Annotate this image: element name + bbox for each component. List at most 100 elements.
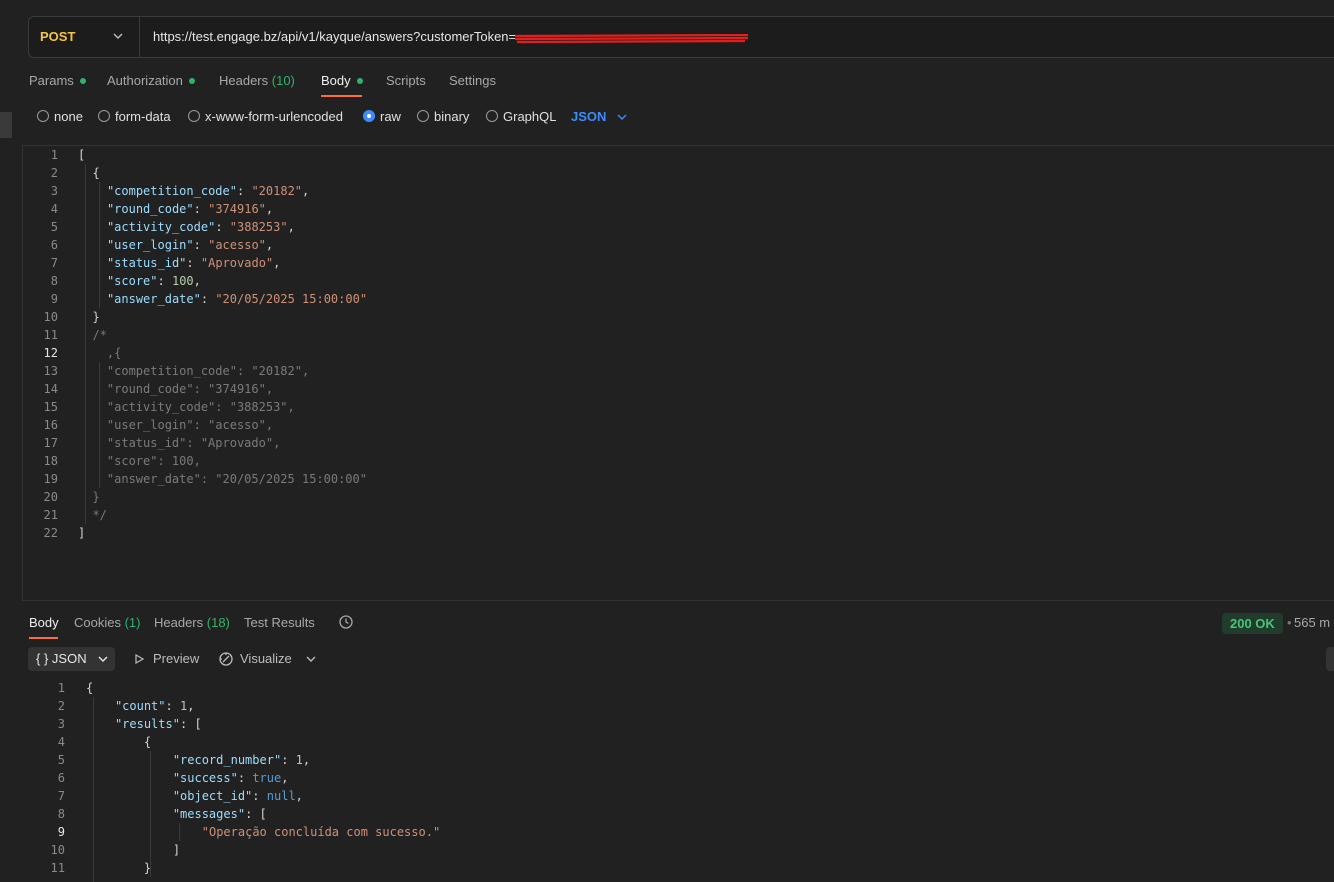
line-number: 10: [50, 843, 65, 857]
code-line: "competition_code": "20182",: [78, 364, 310, 378]
tab-authorization[interactable]: Authorization: [107, 73, 195, 88]
line-number: 21: [43, 508, 58, 522]
radio-label-raw[interactable]: raw: [380, 109, 401, 124]
response-tab-body[interactable]: Body: [29, 615, 59, 630]
tab-settings[interactable]: Settings: [449, 73, 496, 88]
line-number: 6: [50, 238, 58, 252]
code-line: "user_login": "acesso",: [106, 238, 274, 252]
code-line: /*: [78, 328, 107, 342]
chevron-down-icon[interactable]: [97, 653, 109, 665]
url-input[interactable]: https://test.engage.bz/api/v1/kayque/ans…: [153, 29, 516, 44]
radio-label-binary[interactable]: binary: [434, 109, 469, 124]
radio-label-form-data[interactable]: form-data: [115, 109, 171, 124]
code-line: "messages": [: [172, 807, 267, 821]
radio-label-urlencoded[interactable]: x-www-form-urlencoded: [205, 109, 343, 124]
radio-raw[interactable]: [363, 110, 375, 122]
response-tab-headers[interactable]: Headers (18): [154, 615, 230, 630]
code-line: "record_number": 1,: [172, 753, 311, 767]
code-line: [: [78, 148, 86, 162]
code-line: "object_id": null,: [172, 789, 303, 803]
chevron-down-icon[interactable]: [111, 29, 125, 43]
code-line: "score": 100,: [106, 274, 201, 288]
code-line: "answer_date": "20/05/2025 15:00:00": [78, 472, 367, 486]
radio-graphql[interactable]: [486, 110, 498, 122]
radio-binary[interactable]: [417, 110, 429, 122]
radio-form-data[interactable]: [98, 110, 110, 122]
line-number: 16: [43, 418, 58, 432]
code-line: "success": true,: [172, 771, 289, 785]
line-number: 8: [57, 807, 65, 821]
radio-label-graphql[interactable]: GraphQL: [503, 109, 556, 124]
line-number: 20: [43, 490, 58, 504]
line-number: 7: [57, 789, 65, 803]
code-line: {: [92, 166, 100, 180]
method-select[interactable]: POST: [40, 29, 75, 44]
chevron-down-icon[interactable]: [616, 111, 628, 123]
code-line: "status_id": "Aprovado",: [78, 436, 281, 450]
code-line: "count": 1,: [114, 699, 195, 713]
line-number: 3: [57, 717, 65, 731]
indent-guide: [99, 362, 100, 488]
status-badge: 200 OK: [1222, 613, 1283, 634]
line-number: 11: [50, 861, 65, 875]
response-tab-cookies[interactable]: Cookies (1): [74, 615, 140, 630]
line-number: 15: [43, 400, 58, 414]
chevron-down-icon[interactable]: [305, 653, 317, 665]
code-line: ]: [172, 843, 181, 857]
indent-guide: [85, 164, 86, 524]
code-line: "activity_code": "388253",: [106, 220, 295, 234]
indent-guide: [150, 751, 151, 877]
code-line: "Operação concluída com sucesso.": [201, 825, 441, 839]
line-number: 1: [57, 681, 65, 695]
tab-scripts[interactable]: Scripts: [386, 73, 426, 88]
code-line: }: [92, 310, 100, 324]
preview-button[interactable]: Preview: [153, 651, 199, 666]
code-line: ]: [78, 526, 86, 540]
line-number: 18: [43, 454, 58, 468]
history-icon[interactable]: [338, 614, 354, 630]
line-number: 11: [43, 328, 58, 342]
radio-urlencoded[interactable]: [188, 110, 200, 122]
line-number: 9: [50, 292, 58, 306]
line-number: 1: [50, 148, 58, 162]
code-line: "user_login": "acesso",: [78, 418, 274, 432]
line-number: 3: [50, 184, 58, 198]
play-icon: [135, 653, 145, 665]
code-line: {: [143, 735, 152, 749]
line-number: 22: [43, 526, 58, 540]
line-number: 13: [43, 364, 58, 378]
radio-none[interactable]: [37, 110, 49, 122]
visualize-icon: [219, 652, 233, 666]
code-line: "answer_date": "20/05/2025 15:00:00": [106, 292, 368, 306]
tab-body[interactable]: Body: [321, 73, 363, 88]
radio-label-none[interactable]: none: [54, 109, 83, 124]
code-line: {: [86, 681, 94, 695]
code-line: "activity_code": "388253",: [78, 400, 295, 414]
visualize-button[interactable]: Visualize: [240, 651, 292, 666]
menu-button[interactable]: [1326, 647, 1334, 671]
code-line: "round_code": "374916",: [78, 382, 274, 396]
line-number: 6: [57, 771, 65, 785]
code-line: */: [78, 508, 107, 522]
indent-guide: [99, 182, 100, 308]
line-number: 12: [43, 346, 58, 360]
code-line: "score": 100,: [78, 454, 201, 468]
response-time: 565 m: [1294, 615, 1331, 630]
sidebar-edge: [0, 112, 12, 138]
body-format-select[interactable]: JSON: [571, 109, 606, 124]
response-format-label[interactable]: { } JSON: [36, 651, 87, 666]
redaction-scribble: [515, 34, 748, 44]
line-number: 5: [57, 753, 65, 767]
active-tab-indicator: [321, 95, 362, 97]
tab-params[interactable]: Params: [29, 73, 86, 88]
line-number: 19: [43, 472, 58, 486]
tab-headers[interactable]: Headers (10): [219, 73, 295, 88]
line-number: 14: [43, 382, 58, 396]
line-number: 9: [57, 825, 65, 839]
code-line: }: [78, 490, 100, 504]
code-line: "competition_code": "20182",: [106, 184, 310, 198]
line-number: 5: [50, 220, 58, 234]
response-tab-test-results[interactable]: Test Results: [244, 615, 315, 630]
code-line: "status_id": "Aprovado",: [106, 256, 281, 270]
line-number: 2: [57, 699, 65, 713]
